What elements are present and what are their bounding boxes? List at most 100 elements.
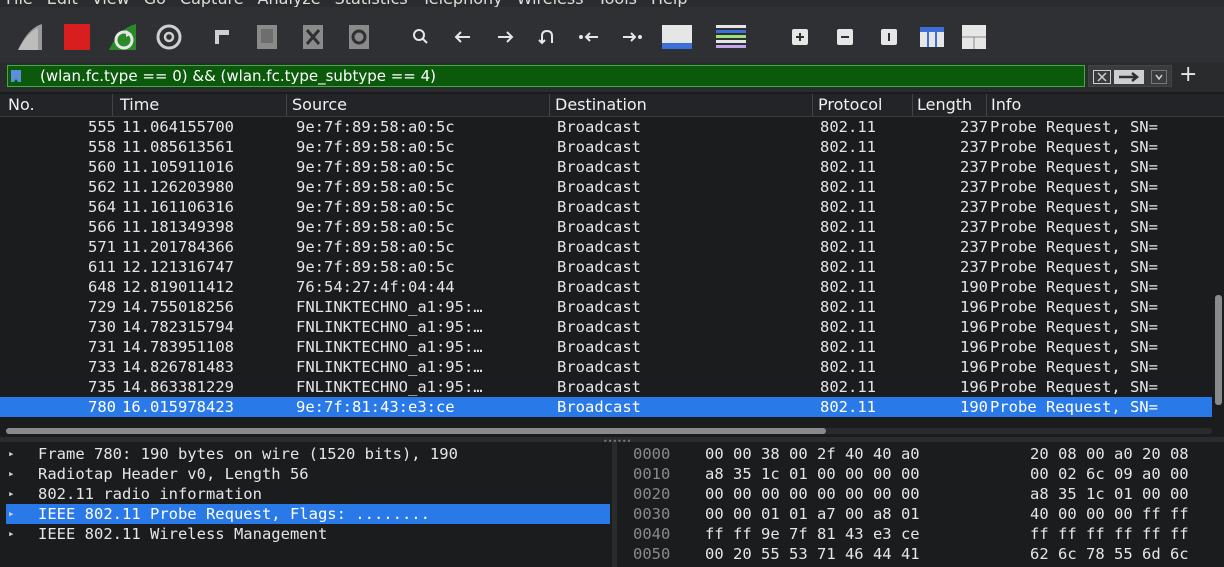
detail-tree-item[interactable]: ▸ IEEE 802.11 Wireless Management bbox=[6, 524, 610, 544]
last-packet-icon[interactable] bbox=[617, 21, 647, 53]
packet-row[interactable]: 729 14.755018256 FNLINKTECHNO_a1:95:… Broad… bbox=[0, 297, 1212, 317]
packet-protocol: 802.11 bbox=[820, 158, 876, 176]
reload-file-icon[interactable] bbox=[346, 21, 372, 53]
packet-row[interactable]: 611 12.121316747 9e:7f:89:58:a0:5c Broadcas… bbox=[0, 257, 1212, 277]
hex-row: 0000 00 00 38 00 2f 40 40 a0 20 08 00 a0 2… bbox=[617, 444, 1224, 464]
packet-row[interactable]: 560 11.105911016 9e:7f:89:58:a0:5c Broadcas… bbox=[0, 157, 1212, 177]
layout-icon[interactable] bbox=[960, 21, 988, 53]
column-source[interactable]: Source bbox=[292, 95, 347, 114]
find-packet-icon[interactable] bbox=[408, 21, 434, 53]
column-info[interactable]: Info bbox=[991, 95, 1021, 114]
packet-length: 237 bbox=[960, 178, 988, 196]
packet-protocol: 802.11 bbox=[820, 238, 876, 256]
packet-row[interactable]: 648 12.819011412 76:54:27:4f:04:44 Broadcas… bbox=[0, 277, 1212, 297]
packet-row[interactable]: 564 11.161106316 9e:7f:89:58:a0:5c Broadcas… bbox=[0, 197, 1212, 217]
hex-b: 00 02 6c 09 a0 00 bbox=[1030, 465, 1189, 483]
packet-destination: Broadcast bbox=[557, 338, 641, 356]
packet-info: Probe Request, SN= bbox=[990, 198, 1158, 216]
packet-row[interactable]: 566 11.181349398 9e:7f:89:58:a0:5c Broadcas… bbox=[0, 217, 1212, 237]
stop-capture-icon[interactable] bbox=[61, 21, 93, 53]
bookmark-icon[interactable] bbox=[11, 70, 21, 82]
capture-options-icon[interactable] bbox=[153, 21, 185, 53]
packet-row[interactable]: 733 14.826781483 FNLINKTECHNO_a1:95:… Broad… bbox=[0, 357, 1212, 377]
packet-source: 9e:7f:89:58:a0:5c bbox=[296, 118, 455, 136]
column-protocol[interactable]: Protocol bbox=[818, 95, 882, 114]
column-destination[interactable]: Destination bbox=[555, 95, 647, 114]
packet-destination: Broadcast bbox=[557, 378, 641, 396]
menu-item-analyze[interactable]: Analyze bbox=[258, 0, 321, 7]
packet-protocol: 802.11 bbox=[820, 398, 876, 416]
menu-item-help[interactable]: Help bbox=[651, 0, 687, 7]
packet-row[interactable]: 780 16.015978423 9e:7f:81:43:e3:ce Broadcas… bbox=[0, 397, 1212, 417]
expand-arrow-icon[interactable]: ▸ bbox=[8, 504, 15, 524]
menu-item-capture[interactable]: Capture bbox=[180, 0, 244, 7]
packet-no: 560 bbox=[88, 158, 116, 176]
packet-list-vertical-scrollbar[interactable] bbox=[1213, 117, 1224, 427]
packet-protocol: 802.11 bbox=[820, 218, 876, 236]
detail-tree-item[interactable]: ▸ Radiotap Header v0, Length 56 bbox=[6, 464, 610, 484]
column-length[interactable]: Length bbox=[917, 95, 972, 114]
packet-destination: Broadcast bbox=[557, 158, 641, 176]
packet-row[interactable]: 731 14.783951108 FNLINKTECHNO_a1:95:… Broad… bbox=[0, 337, 1212, 357]
expand-arrow-icon[interactable]: ▸ bbox=[8, 484, 15, 504]
menu-item-go[interactable]: Go bbox=[144, 0, 166, 7]
packet-no: 571 bbox=[88, 238, 116, 256]
packet-no: 558 bbox=[88, 138, 116, 156]
go-forward-icon[interactable] bbox=[492, 21, 518, 53]
packet-row[interactable]: 735 14.863381229 FNLINKTECHNO_a1:95:… Broad… bbox=[0, 377, 1212, 397]
open-file-icon[interactable] bbox=[210, 21, 234, 53]
menu-item-tools[interactable]: Tools bbox=[598, 0, 637, 7]
save-file-icon[interactable] bbox=[254, 21, 280, 53]
resize-columns-icon[interactable] bbox=[918, 21, 946, 53]
close-file-icon[interactable] bbox=[300, 21, 326, 53]
packet-info: Probe Request, SN= bbox=[990, 138, 1158, 156]
packet-row[interactable]: 555 11.064155700 9e:7f:89:58:a0:5c Broadcas… bbox=[0, 117, 1212, 137]
packet-row[interactable]: 562 11.126203980 9e:7f:89:58:a0:5c Broadcas… bbox=[0, 177, 1212, 197]
packet-protocol: 802.11 bbox=[820, 318, 876, 336]
packet-destination: Broadcast bbox=[557, 398, 641, 416]
menu-item-statistics[interactable]: Statistics bbox=[335, 0, 408, 7]
normal-size-icon[interactable] bbox=[878, 21, 900, 53]
packet-info: Probe Request, SN= bbox=[990, 238, 1158, 256]
go-to-packet-icon[interactable] bbox=[534, 21, 560, 53]
zoom-out-icon[interactable] bbox=[834, 21, 856, 53]
shark-fin-start-icon[interactable] bbox=[14, 21, 46, 53]
restart-capture-icon[interactable] bbox=[106, 21, 140, 53]
detail-tree-item[interactable]: ▸ IEEE 802.11 Probe Request, Flags: .....… bbox=[6, 504, 610, 524]
auto-scroll-icon[interactable] bbox=[660, 21, 694, 53]
zoom-in-icon[interactable] bbox=[789, 21, 811, 53]
packet-list-horizontal-scrollbar[interactable] bbox=[6, 428, 1212, 434]
hex-a: 00 00 01 01 a7 00 a8 01 bbox=[705, 505, 920, 523]
expand-arrow-icon[interactable]: ▸ bbox=[8, 524, 15, 544]
colorize-icon[interactable] bbox=[714, 21, 748, 53]
menu-item-view[interactable]: View bbox=[92, 0, 130, 7]
menu-item-file[interactable]: File bbox=[6, 0, 33, 7]
detail-tree-item[interactable]: ▸ Frame 780: 190 bytes on wire (1520 bits… bbox=[6, 444, 610, 464]
menu-item-edit[interactable]: Edit bbox=[47, 0, 78, 7]
menu-item-wireless[interactable]: Wireless bbox=[517, 0, 584, 7]
packet-row[interactable]: 571 11.201784366 9e:7f:89:58:a0:5c Broadcas… bbox=[0, 237, 1212, 257]
packet-row[interactable]: 558 11.085613561 9e:7f:89:58:a0:5c Broadcas… bbox=[0, 137, 1212, 157]
add-filter-button-plus-icon[interactable]: + bbox=[1179, 62, 1197, 87]
packet-protocol: 802.11 bbox=[820, 378, 876, 396]
clear-filter-icon[interactable] bbox=[1093, 69, 1111, 88]
packet-row[interactable]: 730 14.782315794 FNLINKTECHNO_a1:95:… Broad… bbox=[0, 317, 1212, 337]
packet-no: 564 bbox=[88, 198, 116, 216]
packet-length: 196 bbox=[960, 298, 988, 316]
apply-filter-icon[interactable] bbox=[1114, 69, 1144, 88]
expand-arrow-icon[interactable]: ▸ bbox=[8, 444, 15, 464]
menu-item-telephony[interactable]: Telephony bbox=[422, 0, 503, 7]
column-time[interactable]: Time bbox=[120, 95, 159, 114]
filter-history-chevron-down-icon[interactable] bbox=[1151, 69, 1167, 88]
column-no[interactable]: No. bbox=[8, 95, 35, 114]
packet-protocol: 802.11 bbox=[820, 258, 876, 276]
hex-a: ff ff 9e 7f 81 43 e3 ce bbox=[705, 525, 920, 543]
detail-tree-item[interactable]: ▸ 802.11 radio information bbox=[6, 484, 610, 504]
display-filter-input[interactable]: (wlan.fc.type == 0) && (wlan.fc.type_sub… bbox=[7, 65, 1085, 87]
first-packet-icon[interactable] bbox=[574, 21, 604, 53]
go-back-icon[interactable] bbox=[450, 21, 476, 53]
hex-offset: 0050 bbox=[633, 545, 671, 563]
detail-text: 802.11 radio information bbox=[38, 485, 262, 503]
packet-no: 735 bbox=[88, 378, 116, 396]
expand-arrow-icon[interactable]: ▸ bbox=[8, 464, 15, 484]
